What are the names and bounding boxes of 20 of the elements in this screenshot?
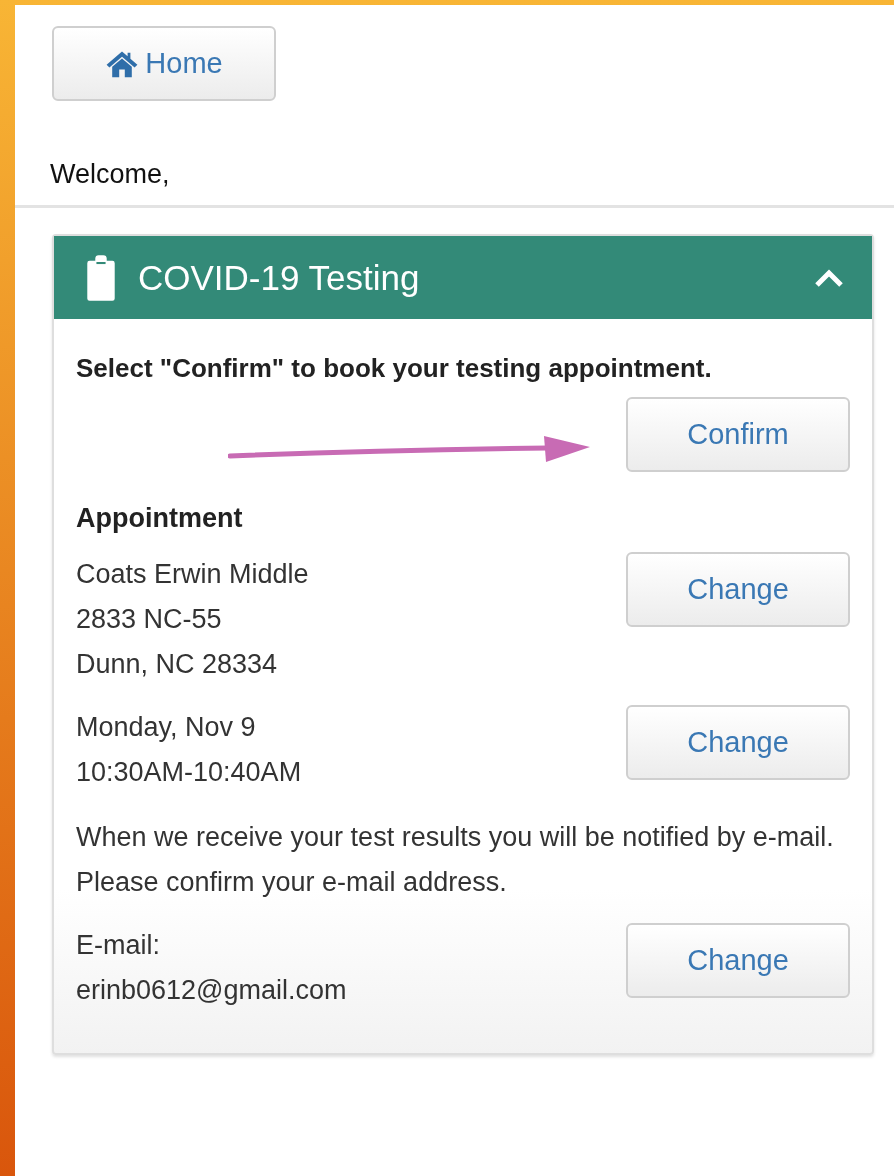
detail-text: 2833 NC-55	[76, 603, 223, 636]
panel-title: COVID-19 Testing	[138, 257, 421, 298]
note-text: When we receive your test results you will be notified by e-mail. Please confirm your e-mail address.	[76, 821, 835, 899]
detail-text: E-mail:	[76, 929, 161, 962]
home-button[interactable]: Home	[52, 26, 276, 101]
section-title: Appointment	[76, 502, 244, 534]
welcome-text: Welcome,	[50, 158, 171, 191]
change-button[interactable]: Change	[626, 923, 850, 998]
detail-text: Monday, Nov 9	[76, 711, 257, 744]
instruction-text: Select "Confirm" to book your testing appointment.	[76, 353, 713, 383]
caret-icon[interactable]	[814, 267, 844, 288]
confirm-button[interactable]: Confirm	[626, 397, 850, 472]
change-button[interactable]: Change	[626, 705, 850, 780]
home-icon	[105, 49, 140, 78]
change-button[interactable]: Change	[626, 552, 850, 627]
detail-text: Dunn, NC 28334	[76, 648, 279, 681]
detail-text: Coats Erwin Middle	[76, 558, 309, 591]
detail-text: 10:30AM-10:40AM	[76, 756, 302, 789]
panel-header[interactable]: COVID-19 Testing	[54, 236, 872, 319]
detail-text: erinb0612@gmail.com	[76, 974, 347, 1007]
